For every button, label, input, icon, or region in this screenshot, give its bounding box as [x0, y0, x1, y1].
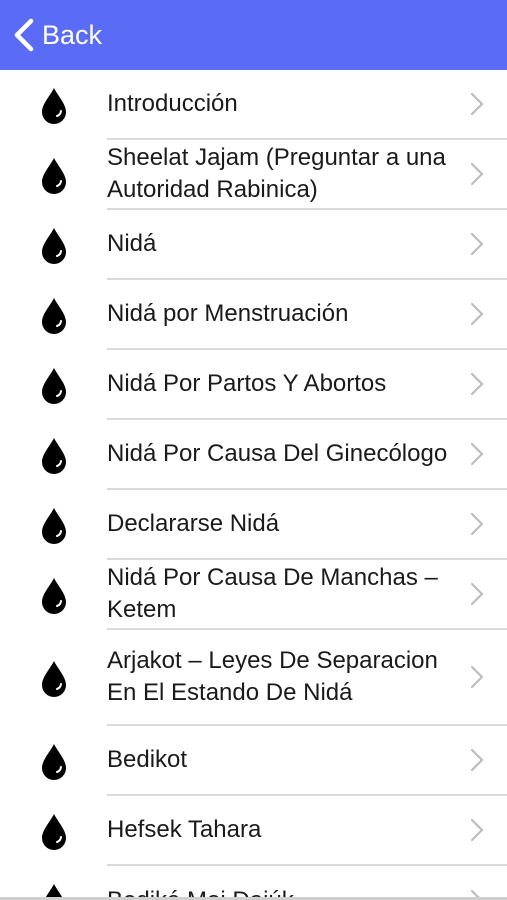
water-drop-icon — [42, 814, 66, 850]
list-item-label: Introducción — [107, 90, 238, 117]
chevron-right-icon — [470, 372, 484, 396]
list-item-label: Nidá — [107, 230, 157, 257]
topic-list[interactable]: Introducción Sheelat Jajam (Preguntar a … — [0, 70, 507, 900]
chevron-right-icon — [470, 582, 484, 606]
back-button[interactable]: Back — [12, 18, 102, 52]
list-item[interactable]: Declararse Nidá — [0, 490, 507, 560]
chevron-left-icon — [14, 18, 34, 52]
chevron-right-icon — [470, 302, 484, 326]
list-item[interactable]: Hefsek Tahara — [0, 796, 507, 866]
list-item-label: Bedikot — [107, 746, 188, 773]
list-item-label: Declararse Nidá — [107, 510, 280, 537]
list-item[interactable]: Nidá — [0, 210, 507, 280]
chevron-right-icon — [470, 512, 484, 536]
chevron-right-icon — [470, 92, 484, 116]
chevron-right-icon — [470, 748, 484, 772]
list-item[interactable]: Nidá por Menstruación — [0, 280, 507, 350]
list-item-label: Sheelat Jajam (Preguntar a una Autoridad… — [107, 144, 446, 203]
list-item-label: Nidá por Menstruación — [107, 300, 349, 327]
list-item[interactable]: Nidá Por Causa Del Ginecólogo — [0, 420, 507, 490]
water-drop-icon — [42, 744, 66, 780]
water-drop-icon — [42, 578, 66, 614]
list-item-label: Hefsek Tahara — [107, 816, 262, 843]
navigation-bar: Back — [0, 0, 507, 70]
water-drop-icon — [42, 228, 66, 264]
list-item[interactable]: Nidá Por Partos Y Abortos — [0, 350, 507, 420]
water-drop-icon — [42, 438, 66, 474]
water-drop-icon — [42, 661, 66, 697]
list-item[interactable]: Arjakot – Leyes De Separacion En El Esta… — [0, 630, 507, 726]
water-drop-icon — [42, 158, 66, 194]
water-drop-icon — [42, 368, 66, 404]
chevron-right-icon — [470, 442, 484, 466]
list-item-label: Arjakot – Leyes De Separacion En El Esta… — [107, 647, 438, 706]
chevron-right-icon — [470, 162, 484, 186]
water-drop-icon — [42, 298, 66, 334]
chevron-right-icon — [470, 232, 484, 256]
list-item[interactable]: Sheelat Jajam (Preguntar a una Autoridad… — [0, 140, 507, 210]
back-label: Back — [42, 19, 103, 50]
list-item[interactable]: Bedikot — [0, 726, 507, 796]
water-drop-icon — [42, 88, 66, 124]
list-item[interactable]: Introducción — [0, 70, 507, 140]
list-item[interactable]: Nidá Por Causa De Manchas – Ketem — [0, 560, 507, 630]
list-item-label: Nidá Por Causa Del Ginecólogo — [107, 440, 448, 467]
chevron-right-icon — [470, 818, 484, 842]
list-item-label: Nidá Por Partos Y Abortos — [107, 370, 387, 397]
chevron-right-icon — [470, 665, 484, 689]
water-drop-icon — [42, 508, 66, 544]
list-item[interactable]: Bediká Moj Dajúk — [0, 866, 507, 900]
list-item-label: Nidá Por Causa De Manchas – Ketem — [107, 564, 438, 623]
